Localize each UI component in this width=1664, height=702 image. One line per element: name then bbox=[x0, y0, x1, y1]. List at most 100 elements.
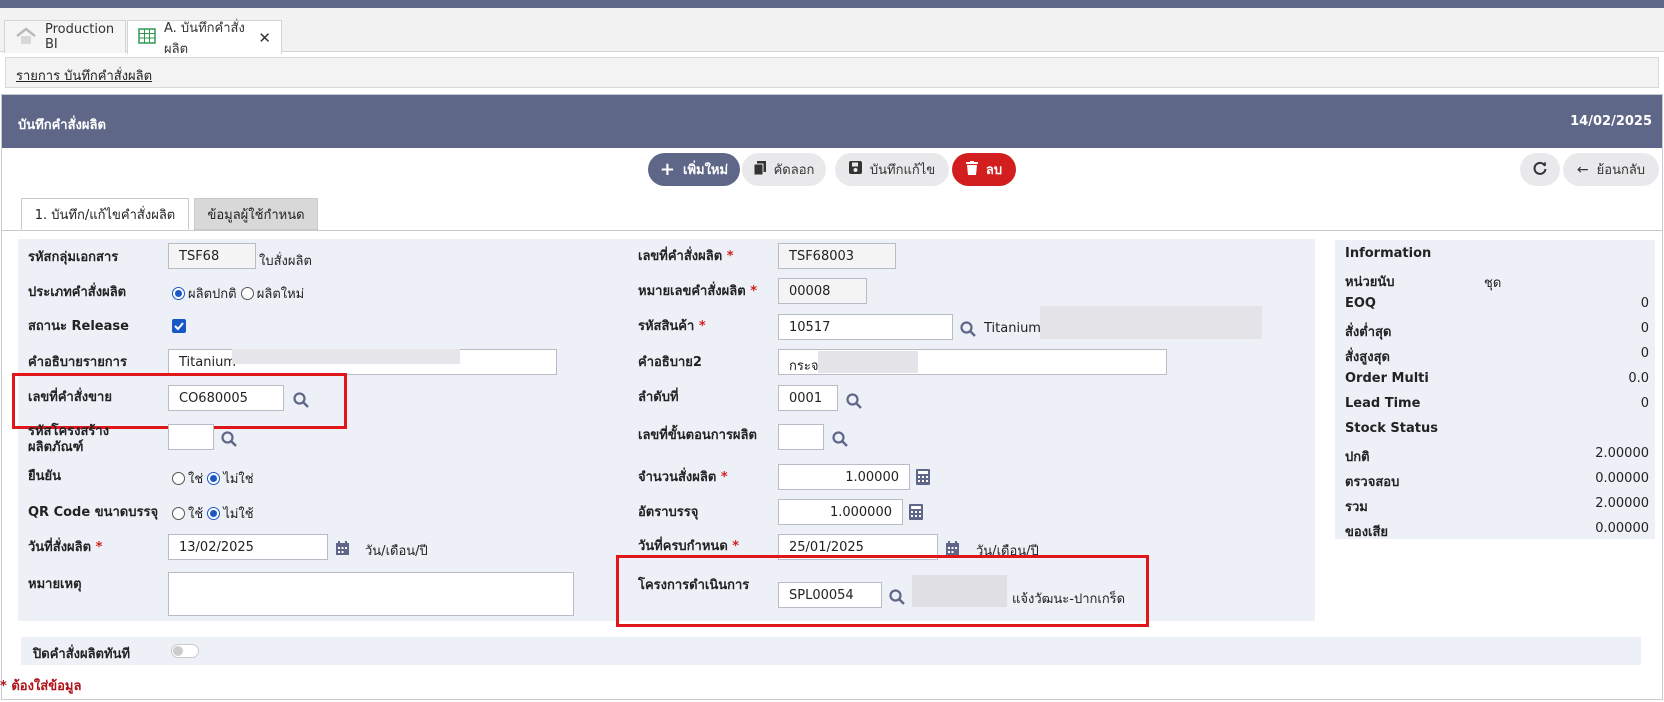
confirm-label: ยืนยัน bbox=[28, 469, 62, 484]
product-description: Titanium bbox=[984, 321, 1041, 336]
copy-button[interactable]: คัดลอก bbox=[742, 153, 826, 186]
confirm-radio-group: ใช่ ไม่ใช่ bbox=[172, 468, 254, 489]
top-bar bbox=[0, 0, 1664, 8]
refresh-icon bbox=[1533, 161, 1547, 179]
current-date: 14/02/2025 bbox=[1570, 114, 1652, 129]
close-order-row bbox=[21, 637, 1641, 665]
desc2-label: คำอธิบาย2 bbox=[638, 355, 702, 370]
order-type-label: ประเภทคำสั่งผลิต bbox=[28, 285, 127, 300]
info-value: 0 bbox=[1640, 346, 1649, 361]
info-label: รวม bbox=[1345, 500, 1368, 515]
seq-label: ลำดับที่ bbox=[638, 390, 679, 405]
info-value: 0.00000 bbox=[1595, 521, 1649, 536]
search-icon[interactable] bbox=[960, 321, 976, 337]
calendar-icon[interactable] bbox=[945, 540, 961, 556]
radio-yes[interactable] bbox=[172, 472, 185, 485]
info-value: 0 bbox=[1640, 396, 1649, 411]
seq-input[interactable]: 0001 bbox=[778, 385, 838, 411]
info-label: สั่งสูงสุด bbox=[1345, 350, 1390, 365]
copy-icon bbox=[753, 160, 766, 179]
info-title: Information bbox=[1345, 246, 1432, 261]
radio-new[interactable] bbox=[240, 287, 254, 300]
tab-edit-order[interactable]: 1. บันทึก/แก้ไขคำสั่งผลิต bbox=[21, 198, 189, 230]
tab-label: A. บันทึกคำสั่งผลิต bbox=[164, 20, 245, 57]
order-seq-label: หมายเลขคำสั่งผลิต * bbox=[638, 284, 757, 299]
info-label: ตรวจสอบ bbox=[1345, 475, 1400, 490]
order-date-label: วันที่สั่งผลิต * bbox=[28, 540, 103, 555]
info-value: 0 bbox=[1640, 321, 1649, 336]
info-label: EOQ bbox=[1345, 296, 1376, 311]
close-order-toggle[interactable] bbox=[171, 644, 199, 658]
order-date-input[interactable]: 13/02/2025 bbox=[168, 534, 328, 560]
radio-use[interactable] bbox=[172, 507, 185, 520]
product-input[interactable]: 10517 bbox=[778, 314, 953, 340]
search-icon[interactable] bbox=[832, 431, 848, 447]
qty-label: จำนวนสั่งผลิต * bbox=[638, 470, 728, 485]
radio-not-use[interactable] bbox=[207, 507, 221, 520]
doc-group-input[interactable]: TSF68 bbox=[168, 243, 256, 269]
info-value: 0.00000 bbox=[1595, 471, 1649, 486]
doc-group-suffix: ใบสั่งผลิต bbox=[259, 254, 312, 269]
order-no-input[interactable]: TSF68003 bbox=[778, 243, 896, 269]
breadcrumb: รายการ บันทึกคำสั่งผลิต bbox=[5, 57, 1659, 88]
highlight-box-project bbox=[616, 555, 1149, 627]
remark-label: หมายเหตุ bbox=[28, 577, 82, 592]
pack-rate-input[interactable]: 1.000000 bbox=[778, 499, 903, 525]
date-format-hint: วัน/เดือน/ปี bbox=[365, 544, 428, 559]
product-label: รหัสสินค้า * bbox=[638, 319, 706, 334]
order-no-label: เลขที่คำสั่งผลิต * bbox=[638, 249, 734, 264]
radio-no[interactable] bbox=[207, 472, 221, 485]
tab-production-order[interactable]: A. บันทึกคำสั่งผลิต ✕ bbox=[127, 20, 282, 57]
step-label: เลขที่ขั้นตอนการผลิต bbox=[638, 428, 757, 443]
back-button[interactable]: ← ย้อนกลับ bbox=[1563, 153, 1659, 186]
close-order-label: ปิดคำสั่งผลิตทันที bbox=[33, 647, 131, 662]
plus-icon: + bbox=[659, 158, 675, 180]
qr-label: QR Code ขนาดบรรจุ bbox=[28, 505, 159, 520]
search-icon[interactable] bbox=[221, 431, 237, 447]
order-seq-input[interactable]: 00008 bbox=[778, 278, 867, 304]
due-date-label: วันที่ครบกำหนด * bbox=[638, 539, 740, 554]
info-label: Stock Status bbox=[1345, 421, 1438, 436]
close-icon[interactable]: ✕ bbox=[258, 29, 271, 47]
tab-label: Production BI bbox=[45, 22, 115, 52]
trash-icon bbox=[965, 160, 978, 179]
floppy-icon bbox=[848, 161, 862, 178]
info-unit-value: ชุด bbox=[1484, 276, 1502, 291]
delete-button[interactable]: ลบ bbox=[952, 153, 1016, 186]
arrow-left-icon: ← bbox=[1576, 161, 1589, 178]
info-label: ปกติ bbox=[1345, 450, 1370, 465]
tab-user-defined[interactable]: ข้อมูลผู้ใช้กำหนด bbox=[194, 198, 318, 230]
breadcrumb-link[interactable]: รายการ บันทึกคำสั่งผลิต bbox=[16, 69, 152, 84]
step-input[interactable] bbox=[778, 424, 824, 450]
calculator-icon[interactable] bbox=[909, 504, 925, 520]
refresh-button[interactable] bbox=[1520, 153, 1560, 186]
tab-production-bi[interactable]: Production BI bbox=[4, 20, 126, 53]
info-label: สั่งต่ำสุด bbox=[1345, 325, 1392, 340]
doc-group-label: รหัสกลุ่มเอกสาร bbox=[28, 250, 119, 265]
info-value: 0.0 bbox=[1628, 371, 1649, 386]
info-value: 0 bbox=[1640, 296, 1649, 311]
add-button[interactable]: + เพิ่มใหม่ bbox=[648, 153, 740, 186]
redacted-block bbox=[818, 351, 918, 373]
calculator-icon[interactable] bbox=[916, 469, 932, 485]
structure-input[interactable] bbox=[168, 424, 214, 450]
pack-rate-label: อัตราบรรจุ bbox=[638, 505, 699, 520]
qty-input[interactable]: 1.00000 bbox=[778, 464, 910, 490]
release-label: สถานะ Release bbox=[28, 319, 129, 334]
panel-header: บันทึกคำสั่งผลิต 14/02/2025 bbox=[2, 95, 1662, 148]
table-icon bbox=[138, 27, 156, 48]
page-title: บันทึกคำสั่งผลิต bbox=[18, 118, 106, 133]
info-label: Lead Time bbox=[1345, 396, 1421, 411]
radio-normal[interactable] bbox=[172, 287, 185, 300]
home-icon bbox=[15, 27, 37, 47]
highlight-box-sales-order bbox=[12, 373, 347, 429]
remark-textarea[interactable] bbox=[168, 572, 574, 616]
required-note: * ต้องใส่ข้อมูล bbox=[0, 679, 82, 694]
release-checkbox[interactable] bbox=[172, 319, 186, 333]
save-button[interactable]: บันทึกแก้ไข bbox=[835, 153, 949, 186]
info-label: ของเสีย bbox=[1345, 525, 1389, 540]
info-label: Order Multi bbox=[1345, 371, 1429, 386]
calendar-icon[interactable] bbox=[335, 540, 351, 556]
search-icon[interactable] bbox=[846, 393, 862, 409]
tab-strip: Production BI A. บันทึกคำสั่งผลิต ✕ bbox=[0, 8, 1664, 57]
